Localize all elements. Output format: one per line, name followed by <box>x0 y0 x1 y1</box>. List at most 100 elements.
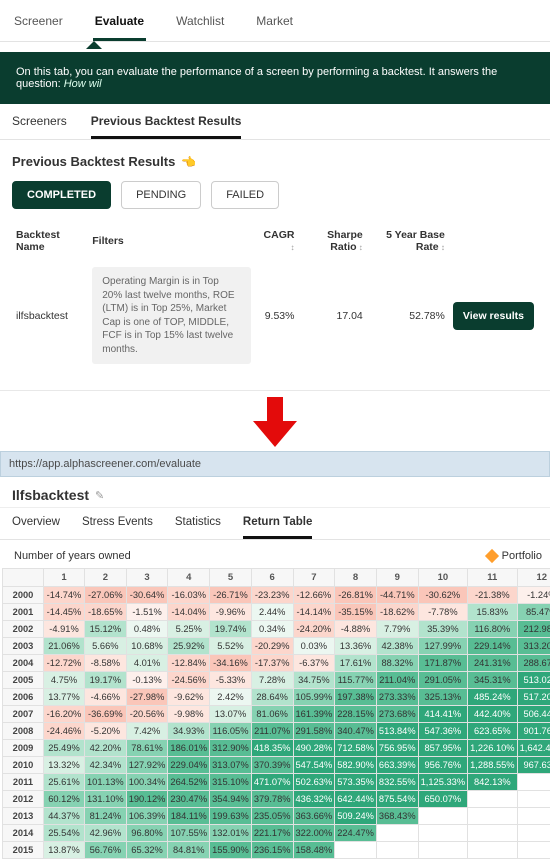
col-header[interactable]: 7 <box>293 569 335 587</box>
return-cell: 241.31% <box>468 655 517 672</box>
return-cell: -4.66% <box>85 689 127 706</box>
return-cell: 224.47% <box>335 825 377 842</box>
return-cell: 5.66% <box>85 638 127 655</box>
portfolio-legend: Portfolio <box>487 550 542 562</box>
detail-tab-return-table[interactable]: Return Table <box>243 516 312 539</box>
col-cagr[interactable]: CAGR <box>255 223 298 259</box>
col-header[interactable]: 11 <box>468 569 517 587</box>
detail-tab-stress[interactable]: Stress Events <box>82 516 153 539</box>
return-cell: -16.03% <box>168 587 210 604</box>
col-header[interactable]: 8 <box>335 569 377 587</box>
row-base5: 52.78% <box>367 259 449 372</box>
backtest-list-table: Backtest Name Filters CAGR Sharpe Ratio … <box>12 223 538 372</box>
return-cell: 756.95% <box>376 740 418 757</box>
col-header[interactable]: 5 <box>210 569 252 587</box>
return-cell: -24.20% <box>293 621 335 638</box>
return-cell: 1,226.10% <box>468 740 517 757</box>
return-cell: 19.17% <box>85 672 127 689</box>
return-cell: 17.61% <box>335 655 377 672</box>
return-cell: 340.47% <box>335 723 377 740</box>
view-results-button[interactable]: View results <box>453 302 534 330</box>
return-cell: 100.34% <box>126 774 168 791</box>
return-cell: -7.78% <box>418 604 467 621</box>
return-cell: -34.16% <box>210 655 252 672</box>
return-cell: 88.32% <box>376 655 418 672</box>
subtab-screeners[interactable]: Screeners <box>12 114 67 139</box>
detail-tab-statistics[interactable]: Statistics <box>175 516 221 539</box>
col-header[interactable]: 2 <box>85 569 127 587</box>
return-cell: -14.74% <box>44 587 85 604</box>
col-backtest-name[interactable]: Backtest Name <box>12 223 88 259</box>
return-cell: 221.17% <box>251 825 293 842</box>
flow-arrow-icon <box>0 391 550 451</box>
return-cell: 155.90% <box>210 842 252 859</box>
col-header[interactable]: 10 <box>418 569 467 587</box>
return-cell: 42.96% <box>85 825 127 842</box>
col-header[interactable]: 9 <box>376 569 418 587</box>
return-cell: -26.71% <box>210 587 252 604</box>
return-cell: -14.14% <box>293 604 335 621</box>
return-cell: -27.98% <box>126 689 168 706</box>
row-year: 2006 <box>3 689 44 706</box>
status-completed-button[interactable]: COMPLETED <box>12 181 111 209</box>
return-cell: -1.24% <box>517 587 550 604</box>
col-header[interactable]: 1 <box>44 569 85 587</box>
return-cell: -4.91% <box>44 621 85 638</box>
return-cell: 116.05% <box>210 723 252 740</box>
return-cell: 21.06% <box>44 638 85 655</box>
row-year: 2011 <box>3 774 44 791</box>
row-year: 2009 <box>3 740 44 757</box>
return-cell: 471.07% <box>251 774 293 791</box>
return-cell: 85.47% <box>517 604 550 621</box>
col-base5[interactable]: 5 Year Base Rate <box>367 223 449 259</box>
row-year: 2007 <box>3 706 44 723</box>
col-header[interactable]: 4 <box>168 569 210 587</box>
return-cell: -36.69% <box>85 706 127 723</box>
row-year: 2003 <box>3 638 44 655</box>
active-tab-arrow-icon <box>86 41 102 49</box>
return-cell: 370.39% <box>251 757 293 774</box>
return-cell <box>376 825 418 842</box>
return-cell: 230.47% <box>168 791 210 808</box>
status-failed-button[interactable]: FAILED <box>211 181 279 209</box>
return-cell: 509.24% <box>335 808 377 825</box>
return-cell <box>418 842 467 859</box>
return-cell: -44.71% <box>376 587 418 604</box>
status-pending-button[interactable]: PENDING <box>121 181 201 209</box>
return-cell: 34.93% <box>168 723 210 740</box>
return-cell: 5.25% <box>168 621 210 638</box>
return-cell: -14.04% <box>168 604 210 621</box>
col-sharpe[interactable]: Sharpe Ratio <box>298 223 366 259</box>
return-cell: -18.62% <box>376 604 418 621</box>
return-cell: 4.01% <box>126 655 168 672</box>
return-cell: -14.45% <box>44 604 85 621</box>
return-cell: 712.58% <box>335 740 377 757</box>
return-cell: 25.54% <box>44 825 85 842</box>
subtab-previous-results[interactable]: Previous Backtest Results <box>91 114 242 139</box>
detail-tabs: Overview Stress Events Statistics Return… <box>0 508 550 540</box>
return-cell: -24.46% <box>44 723 85 740</box>
detail-tab-overview[interactable]: Overview <box>12 516 60 539</box>
return-cell: 1,288.55% <box>468 757 517 774</box>
col-filters[interactable]: Filters <box>88 223 255 259</box>
row-year: 2002 <box>3 621 44 638</box>
tab-evaluate[interactable]: Evaluate <box>93 10 146 41</box>
return-cell: 25.49% <box>44 740 85 757</box>
return-cell: -5.33% <box>210 672 252 689</box>
col-header[interactable]: 3 <box>126 569 168 587</box>
return-cell: 13.77% <box>44 689 85 706</box>
tab-screener[interactable]: Screener <box>12 10 65 41</box>
banner-emph: How wil <box>64 78 102 90</box>
return-cell: -18.65% <box>85 604 127 621</box>
return-cell: -24.56% <box>168 672 210 689</box>
return-cell: -9.98% <box>168 706 210 723</box>
url-bar[interactable]: https://app.alphascreener.com/evaluate <box>0 451 550 477</box>
col-header[interactable]: 6 <box>251 569 293 587</box>
return-cell: 127.92% <box>126 757 168 774</box>
return-cell: 436.32% <box>293 791 335 808</box>
edit-pencil-icon[interactable]: ✎ <box>95 489 104 502</box>
tab-market[interactable]: Market <box>254 10 295 41</box>
col-header[interactable]: 12 <box>517 569 550 587</box>
tab-watchlist[interactable]: Watchlist <box>174 10 226 41</box>
return-cell: 345.31% <box>468 672 517 689</box>
